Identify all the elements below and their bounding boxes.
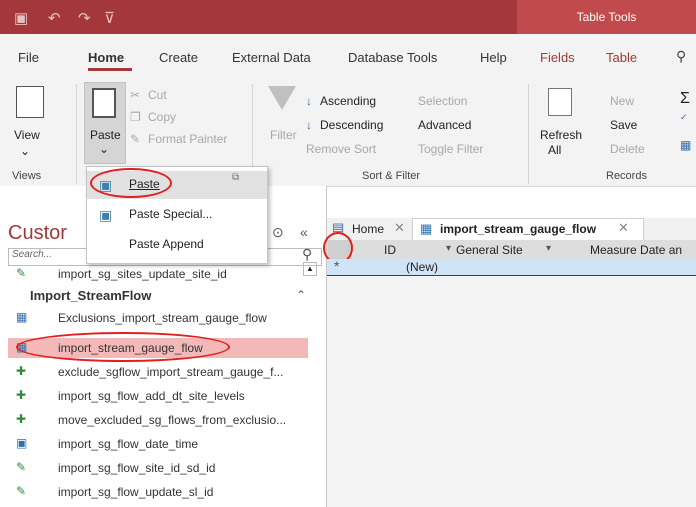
chevron-down-icon[interactable]: ⌄ (20, 144, 30, 158)
nav-dropdown-icon[interactable]: ⊙ (272, 224, 284, 241)
cut-button[interactable]: Cut (148, 88, 167, 102)
clipboard-icon (92, 88, 116, 118)
refresh-all-button[interactable]: All (548, 143, 561, 157)
active-tab-underline (88, 68, 132, 71)
annotation-circle (90, 168, 172, 198)
remove-sort-button[interactable]: Remove Sort (306, 142, 376, 156)
divider (528, 84, 529, 184)
menu-item-paste-special[interactable]: ▣ Paste Special... (87, 201, 267, 229)
group-label-views: Views (12, 170, 42, 182)
advanced-button[interactable]: Advanced (418, 118, 471, 132)
close-icon[interactable]: ✕ (394, 220, 405, 236)
save-icon[interactable]: ▣ (14, 9, 28, 27)
toggle-filter-button[interactable]: Toggle Filter (418, 142, 483, 156)
descending-button[interactable]: Descending (320, 118, 383, 132)
tab-file[interactable]: File (18, 50, 39, 65)
group-label-sort-filter: Sort & Filter (362, 170, 421, 182)
append-query-icon: ✚ (16, 364, 27, 378)
quick-access-dropdown-icon[interactable]: ⊽ (104, 9, 115, 27)
refresh-icon (548, 88, 572, 116)
ascending-button[interactable]: Ascending (320, 94, 376, 108)
new-record-asterisk-icon: * (334, 258, 340, 274)
new-record-button[interactable]: New (610, 94, 634, 108)
list-item[interactable]: ✚ import_sg_flow_add_dt_site_levels (8, 386, 308, 406)
context-tab-table-tools: Table Tools (517, 0, 696, 34)
update-query-icon: ✎ (16, 484, 27, 498)
refresh-button[interactable]: Refresh (540, 128, 582, 142)
divider (76, 84, 77, 184)
paste-label: Paste (90, 128, 121, 142)
tab-help[interactable]: Help (480, 50, 507, 65)
column-header-site[interactable]: General Site (456, 243, 523, 257)
menu-item-paste-append[interactable]: Paste Append (87, 231, 267, 259)
more-icon[interactable]: ▦ (680, 138, 691, 152)
view-button[interactable]: View (14, 128, 40, 142)
table-icon: ▦ (16, 310, 28, 324)
search-placeholder: Search... (12, 249, 53, 260)
list-item[interactable]: ▦ Exclusions_import_stream_gauge_flow (8, 308, 308, 328)
nav-pane-title[interactable]: Custor (8, 222, 67, 245)
make-table-query-icon: ▣ (16, 436, 28, 450)
tab-fields[interactable]: Fields (540, 50, 575, 65)
undo-icon[interactable]: ↶ (48, 9, 61, 27)
group-label-records: Records (606, 170, 647, 182)
sort-descending-icon: ↓ (306, 118, 312, 132)
search-icon[interactable]: ⚲ (676, 48, 686, 65)
column-header-date[interactable]: Measure Date an (590, 243, 682, 257)
list-item[interactable]: ▣ import_sg_flow_date_time (8, 434, 308, 454)
nav-group-header[interactable]: Import_StreamFlow (30, 288, 151, 303)
spelling-icon[interactable]: ✓ (680, 112, 688, 123)
tab-home-doc[interactable]: Home (352, 222, 384, 236)
chevron-down-icon[interactable]: ▾ (546, 243, 551, 254)
tab-external-data[interactable]: External Data (232, 50, 311, 65)
list-item[interactable]: ✚ move_excluded_sg_flows_from_exclusio..… (8, 410, 308, 430)
collapse-group-icon[interactable]: ⌃ (296, 288, 306, 302)
view-icon[interactable] (16, 86, 44, 118)
append-query-icon: ✚ (16, 412, 27, 426)
filter-icon[interactable] (268, 86, 296, 110)
list-item[interactable]: ✎ import_sg_flow_update_sl_id (8, 482, 308, 502)
filter-button[interactable]: Filter (270, 128, 297, 142)
close-icon[interactable]: ✕ (618, 220, 629, 236)
new-row-cell: (New) (406, 260, 438, 274)
table-row-new[interactable] (327, 259, 696, 276)
totals-icon[interactable]: Σ (680, 90, 690, 108)
format-painter-button[interactable]: Format Painter (148, 132, 227, 146)
list-item[interactable]: ✎ import_sg_sites_update_site_id (8, 264, 308, 284)
copy-icon: ❐ (130, 110, 141, 124)
tab-create[interactable]: Create (159, 50, 198, 65)
copy-button[interactable]: Copy (148, 110, 176, 124)
format-painter-icon: ✎ (130, 132, 141, 146)
annotation-circle (16, 332, 230, 362)
cut-icon: ✂ (130, 88, 141, 102)
search-icon[interactable]: ⚲ (302, 246, 312, 263)
chevron-down-icon[interactable]: ▾ (446, 243, 451, 254)
paste-special-icon: ▣ (99, 207, 113, 223)
update-query-icon: ✎ (16, 266, 27, 280)
selection-button[interactable]: Selection (418, 94, 467, 108)
redo-icon[interactable]: ↷ (78, 9, 91, 27)
column-header-id[interactable]: ID (384, 243, 396, 257)
tab-table[interactable]: Table (606, 50, 637, 65)
tab-database-tools[interactable]: Database Tools (348, 50, 437, 65)
table-icon: ▦ (420, 221, 433, 236)
chevron-down-icon[interactable]: ⌄ (99, 142, 109, 156)
datasheet-area (327, 276, 696, 507)
dialog-launcher-icon[interactable]: ⧉ (232, 172, 239, 183)
update-query-icon: ✎ (16, 460, 27, 474)
sort-ascending-icon: ↓ (306, 94, 312, 108)
save-record-button[interactable]: Save (610, 118, 637, 132)
list-item[interactable]: ✎ import_sg_flow_site_id_sd_id (8, 458, 308, 478)
collapse-pane-icon[interactable]: « (300, 224, 308, 240)
tab-home[interactable]: Home (88, 50, 124, 65)
append-query-icon: ✚ (16, 388, 27, 402)
delete-record-button[interactable]: Delete (610, 142, 645, 156)
list-item[interactable]: ✚ exclude_sgflow_import_stream_gauge_f..… (8, 362, 308, 382)
tab-active-label: import_stream_gauge_flow (440, 222, 597, 236)
